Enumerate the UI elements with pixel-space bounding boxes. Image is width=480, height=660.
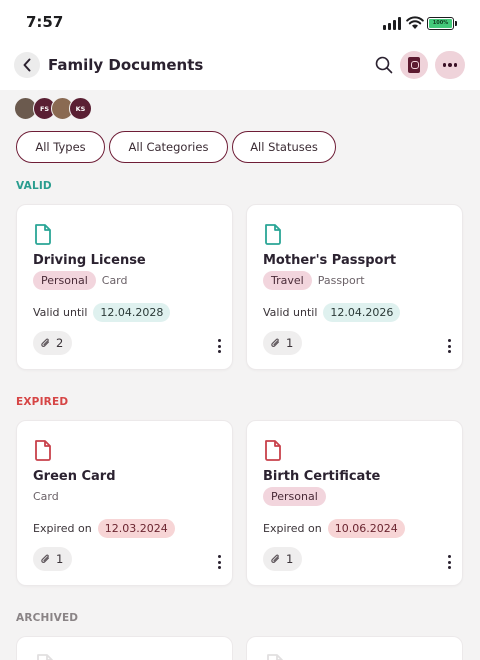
status-time: 7:57 — [26, 13, 64, 31]
filter-types[interactable]: All Types — [16, 131, 105, 163]
category-badge: Personal — [263, 486, 326, 506]
filter-categories[interactable]: All Categories — [109, 131, 228, 163]
document-icon — [265, 224, 281, 245]
attachments-count: 1 — [286, 552, 294, 566]
document-icon — [265, 440, 281, 461]
card-menu-button[interactable] — [216, 555, 222, 569]
document-icon — [35, 440, 51, 461]
document-type: Card — [33, 489, 59, 503]
page-title: Family Documents — [48, 56, 204, 74]
paperclip-icon — [271, 554, 280, 563]
validity-date: 12.04.2026 — [323, 302, 401, 322]
passport-view-button[interactable] — [400, 51, 428, 79]
validity-label: Expired on — [263, 521, 322, 535]
document-icon — [37, 654, 53, 660]
card-title: Birth Certificate — [263, 469, 381, 484]
search-button[interactable] — [372, 53, 396, 77]
document-card-archived[interactable] — [246, 636, 463, 660]
card-menu-button[interactable] — [446, 339, 452, 353]
more-dot-icon — [442, 63, 447, 67]
battery-icon: 100% — [427, 17, 457, 30]
more-options-button[interactable] — [435, 51, 465, 79]
section-label-expired: EXPIRED — [16, 396, 69, 408]
document-card-birth-certificate[interactable]: Birth Certificate Personal Expired on 10… — [246, 420, 463, 586]
paperclip-icon — [41, 554, 50, 563]
back-button[interactable] — [14, 52, 40, 78]
attachments-badge[interactable]: 1 — [33, 547, 73, 571]
filter-statuses[interactable]: All Statuses — [232, 131, 336, 163]
cellular-signal-icon — [383, 17, 403, 30]
app-header: Family Documents — [0, 46, 480, 90]
document-icon — [35, 224, 51, 245]
document-type: Card — [101, 273, 128, 287]
section-label-valid: VALID — [16, 180, 52, 192]
passport-icon — [408, 57, 420, 73]
card-menu-button[interactable] — [446, 555, 452, 569]
attachments-badge[interactable]: 1 — [263, 331, 303, 355]
section-label-archived: ARCHIVED — [16, 612, 79, 624]
card-title: Mother's Passport — [263, 253, 397, 268]
validity-date: 12.03.2024 — [97, 518, 175, 538]
attachments-count: 1 — [286, 336, 294, 350]
validity-label: Expired on — [33, 521, 92, 535]
paperclip-icon — [41, 338, 50, 347]
document-icon — [267, 654, 283, 660]
validity-date: 10.06.2024 — [327, 518, 405, 538]
search-icon — [375, 56, 393, 74]
attachments-count: 1 — [56, 552, 64, 566]
document-card-archived[interactable] — [16, 636, 233, 660]
category-badge: Personal — [33, 270, 96, 290]
document-type: Passport — [317, 273, 365, 287]
card-menu-button[interactable] — [216, 339, 222, 353]
card-title: Green Card — [33, 469, 116, 484]
paperclip-icon — [271, 338, 280, 347]
status-bar: 7:57 100% — [0, 0, 480, 46]
validity-label: Valid until — [263, 305, 318, 319]
validity-label: Valid until — [33, 305, 88, 319]
avatar[interactable]: KS — [69, 97, 92, 120]
card-title: Driving License — [33, 253, 146, 268]
battery-level: 100% — [429, 19, 452, 28]
attachments-badge[interactable]: 2 — [33, 331, 73, 355]
document-card-green-card[interactable]: Green Card Card Expired on 12.03.2024 1 — [16, 420, 233, 586]
attachments-badge[interactable]: 1 — [263, 547, 303, 571]
document-card-mothers-passport[interactable]: Mother's Passport Travel Passport Valid … — [246, 204, 463, 370]
category-badge: Travel — [263, 270, 312, 290]
wifi-icon — [406, 16, 424, 29]
document-card-driving-license[interactable]: Driving License Personal Card Valid unti… — [16, 204, 233, 370]
validity-date: 12.04.2028 — [93, 302, 171, 322]
attachments-count: 2 — [56, 336, 64, 350]
chevron-left-icon — [23, 58, 31, 72]
